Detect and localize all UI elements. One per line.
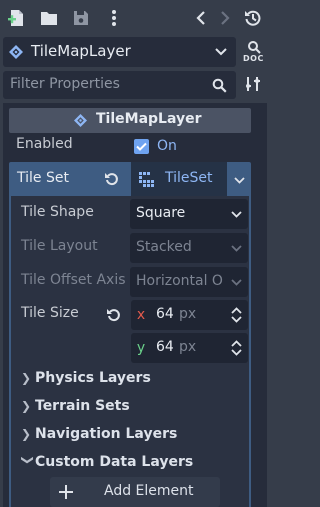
help-search-icon xyxy=(245,40,263,54)
group-terrain-sets[interactable]: ❯ Terrain Sets xyxy=(21,398,130,414)
tile-layout-label: Tile Layout xyxy=(21,238,98,254)
tile-layout-value: Stacked xyxy=(136,239,192,255)
y-axis-label: y xyxy=(136,340,146,356)
spinner-arrows-icon[interactable] xyxy=(229,339,243,357)
revert-icon[interactable] xyxy=(106,307,122,323)
save-icon[interactable] xyxy=(71,8,91,28)
tile-size-x-unit: px xyxy=(179,306,197,322)
add-element-button[interactable]: Add Element xyxy=(50,477,220,507)
tilemaplayer-node-icon xyxy=(73,113,88,128)
chevron-down-icon xyxy=(229,241,243,255)
inspector-panel: TileMapLayer Enabled On Tile Set TileSet… xyxy=(3,103,267,507)
add-element-label: Add Element xyxy=(104,483,194,499)
chevron-down-icon[interactable] xyxy=(231,172,247,188)
enabled-label: Enabled xyxy=(16,136,73,152)
tile-set-resource-picker[interactable]: TileSet xyxy=(131,162,227,196)
tile-size-y-value: 64 xyxy=(156,339,174,355)
tile-size-x-value: 64 xyxy=(156,306,174,322)
tile-size-y-field[interactable]: y 64 px xyxy=(131,333,248,363)
filter-placeholder: Filter Properties xyxy=(10,76,120,92)
chevron-down-icon xyxy=(229,207,243,221)
tools-icon[interactable] xyxy=(243,74,263,94)
section-title: TileMapLayer xyxy=(96,111,202,127)
tile-set-subresource: Tile Shape Square Tile Layout Stacked Ti… xyxy=(9,196,251,507)
group-physics-layers[interactable]: ❯ Physics Layers xyxy=(21,370,151,386)
x-axis-label: x xyxy=(136,307,146,323)
chevron-down-icon xyxy=(213,44,229,60)
node-selector[interactable]: TileMapLayer xyxy=(3,37,236,67)
tile-size-y-unit: px xyxy=(179,339,197,355)
tile-shape-select[interactable]: Square xyxy=(130,199,248,229)
tile-size-label: Tile Size xyxy=(21,305,79,321)
tile-offset-axis-value: Horizontal O xyxy=(136,273,223,289)
spinner-arrows-icon[interactable] xyxy=(229,306,243,324)
check-icon xyxy=(134,139,149,154)
tile-shape-label: Tile Shape xyxy=(21,204,94,220)
chevron-down-icon: ❯ xyxy=(21,455,35,466)
inspector-toolbar xyxy=(0,0,270,36)
chevron-right-icon: ❯ xyxy=(21,427,32,441)
new-script-icon[interactable] xyxy=(7,8,27,28)
history-forward-icon[interactable] xyxy=(215,8,235,28)
tile-offset-axis-select[interactable]: Horizontal O xyxy=(130,267,248,297)
enabled-checkbox[interactable]: On xyxy=(134,137,194,157)
group-label: Custom Data Layers xyxy=(35,454,194,470)
tile-set-label: Tile Set xyxy=(17,170,69,186)
revert-icon[interactable] xyxy=(104,171,120,187)
tile-size-x-field[interactable]: x 64 px xyxy=(131,300,248,330)
tile-offset-axis-label: Tile Offset Axis xyxy=(21,272,126,288)
search-icon xyxy=(211,77,227,93)
node-selector-label: TileMapLayer xyxy=(31,42,131,60)
tile-layout-select[interactable]: Stacked xyxy=(130,233,248,263)
doc-label: DOC xyxy=(243,54,264,63)
chevron-down-icon xyxy=(229,275,243,289)
tile-set-row: Tile Set TileSet xyxy=(9,162,251,196)
tilemaplayer-node-icon xyxy=(8,44,24,60)
plus-icon xyxy=(58,484,74,500)
group-navigation-layers[interactable]: ❯ Navigation Layers xyxy=(21,426,177,442)
enabled-value: On xyxy=(157,138,177,154)
object-history-icon[interactable] xyxy=(242,8,264,28)
tile-set-value: TileSet xyxy=(165,170,213,186)
chevron-right-icon: ❯ xyxy=(21,399,32,413)
tile-shape-value: Square xyxy=(136,205,186,221)
chevron-right-icon: ❯ xyxy=(21,371,32,385)
filter-properties-field[interactable]: Filter Properties xyxy=(3,71,236,99)
group-custom-data-layers[interactable]: ❯Custom Data Layers xyxy=(21,454,193,470)
open-documentation-button[interactable]: DOC xyxy=(241,38,267,66)
group-label: Terrain Sets xyxy=(35,398,130,414)
group-label: Navigation Layers xyxy=(35,426,178,442)
tileset-icon xyxy=(138,171,154,187)
more-vertical-icon[interactable] xyxy=(104,8,124,28)
section-header: TileMapLayer xyxy=(9,108,251,133)
folder-open-icon[interactable] xyxy=(39,8,59,28)
history-back-icon[interactable] xyxy=(191,8,211,28)
group-label: Physics Layers xyxy=(35,370,151,386)
